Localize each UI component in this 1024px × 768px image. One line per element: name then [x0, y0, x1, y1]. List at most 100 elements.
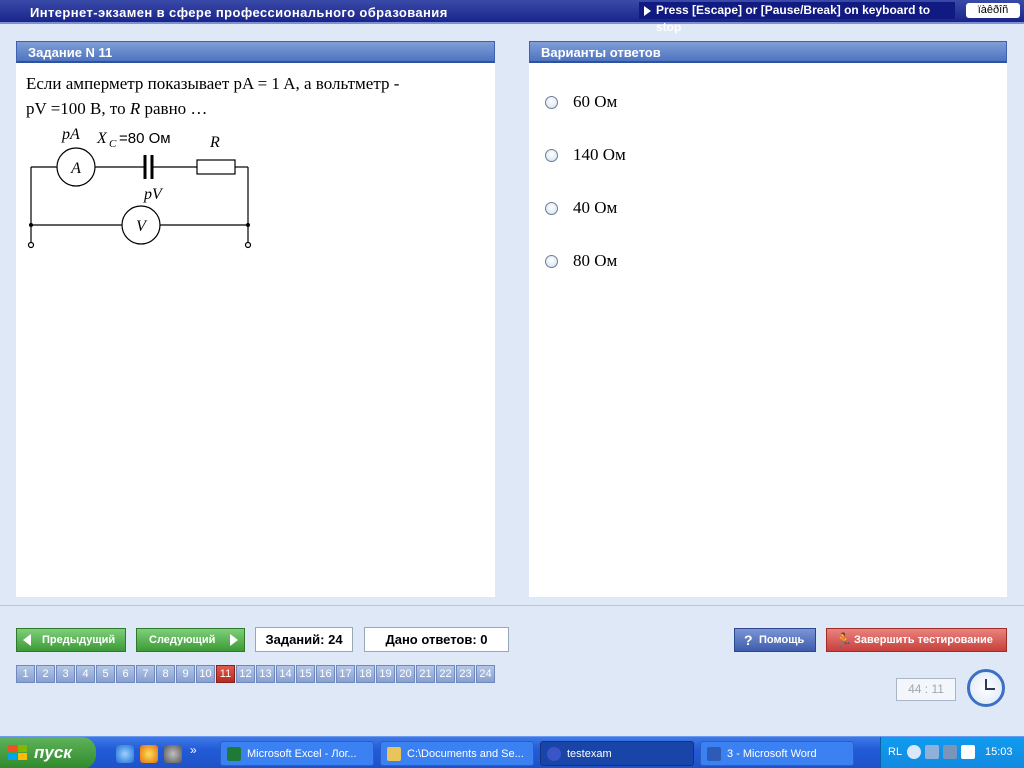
previous-label: Предыдущий	[42, 634, 116, 646]
tray-expand-icon[interactable]	[907, 745, 921, 759]
answers-panel-header: Варианты ответов	[529, 41, 1007, 63]
answers-panel: 60 Ом 140 Ом 40 Ом 80 Ом	[529, 63, 1007, 597]
answer-label: 80 Ом	[573, 251, 618, 270]
capacitor-label-value: =80 Ом	[119, 130, 171, 147]
timer: 44 : 11	[896, 678, 956, 701]
start-button[interactable]: пуск	[0, 737, 96, 768]
question-nav-4[interactable]: 4	[76, 665, 95, 683]
media-player-icon[interactable]	[140, 745, 158, 763]
tray-network-icon[interactable]	[943, 745, 957, 759]
resistor-label: R	[209, 134, 220, 151]
taskbar-item-word[interactable]: 3 - Microsoft Word	[700, 741, 854, 766]
question-nav-11[interactable]: 11	[216, 665, 235, 683]
taskbar-item-label: testexam	[567, 748, 612, 760]
taskbar-item-excel[interactable]: Microsoft Excel - Лог...	[220, 741, 374, 766]
question-nav-19[interactable]: 19	[376, 665, 395, 683]
tray-play-icon[interactable]	[961, 745, 975, 759]
taskbar-item-testexam[interactable]: testexam	[540, 741, 694, 766]
taskbar-item-label: 3 - Microsoft Word	[727, 748, 817, 760]
question-nav-17[interactable]: 17	[336, 665, 355, 683]
escape-hint: Press [Escape] or [Pause/Break] on keybo…	[639, 2, 955, 34]
question-nav-12[interactable]: 12	[236, 665, 255, 683]
answer-label: 60 Ом	[573, 92, 618, 111]
help-button[interactable]: ? Помощь	[734, 628, 816, 652]
radio-button[interactable]	[545, 96, 558, 109]
question-nav-2[interactable]: 2	[36, 665, 55, 683]
resistor	[196, 159, 236, 175]
question-nav-20[interactable]: 20	[396, 665, 415, 683]
help-label: Помощь	[759, 634, 805, 646]
question-nav-21[interactable]: 21	[416, 665, 435, 683]
answer-option-3[interactable]: 40 Ом	[529, 196, 829, 220]
taskbar-item-label: Microsoft Excel - Лог...	[247, 748, 357, 760]
clock-icon	[967, 669, 1005, 707]
question-nav-10[interactable]: 10	[196, 665, 215, 683]
junction-right	[246, 223, 250, 227]
windows-flag-icon	[8, 745, 28, 761]
start-label: пуск	[34, 743, 72, 762]
finish-test-button[interactable]: 🏃 Завершить тестирование	[826, 628, 1007, 652]
taskbar-item-explorer[interactable]: C:\Documents and Se...	[380, 741, 534, 766]
question-nav-5[interactable]: 5	[96, 665, 115, 683]
task-panel: Если амперметр показывает pA = 1 A, а во…	[16, 63, 495, 597]
question-nav-23[interactable]: 23	[456, 665, 475, 683]
question-nav-13[interactable]: 13	[256, 665, 275, 683]
system-tray: RL 15:03	[880, 737, 1024, 768]
arrow-right-icon	[230, 634, 238, 646]
question-text: Если амперметр показывает pA = 1 A, а во…	[26, 71, 466, 121]
quick-launch-icon[interactable]	[164, 745, 182, 763]
chevron-icon[interactable]: »	[190, 743, 197, 757]
excel-icon	[227, 747, 241, 761]
app-title: Интернет-экзамен в сфере профессионально…	[30, 5, 448, 20]
tray-language[interactable]: RL	[888, 746, 902, 758]
terminal-left	[27, 241, 35, 249]
answer-option-4[interactable]: 80 Ом	[529, 249, 829, 273]
next-label: Следующий	[149, 634, 216, 646]
answer-option-1[interactable]: 60 Ом	[529, 90, 829, 114]
folder-icon	[387, 747, 401, 761]
radio-button[interactable]	[545, 202, 558, 215]
tray-clock: 15:03	[985, 746, 1013, 758]
answer-option-2[interactable]: 140 Ом	[529, 143, 829, 167]
radio-button[interactable]	[545, 149, 558, 162]
question-nav-9[interactable]: 9	[176, 665, 195, 683]
ammeter-symbol: A	[70, 160, 81, 177]
question-nav-18[interactable]: 18	[356, 665, 375, 683]
junction-left	[29, 223, 33, 227]
question-nav-1[interactable]: 1	[16, 665, 35, 683]
next-button[interactable]: Следующий	[136, 628, 245, 652]
previous-button[interactable]: Предыдущий	[16, 628, 126, 652]
capacitor-label-var: X	[96, 130, 108, 147]
question-nav-7[interactable]: 7	[136, 665, 155, 683]
question-nav-24[interactable]: 24	[476, 665, 495, 683]
ammeter-label: pA	[61, 126, 80, 143]
internet-explorer-icon[interactable]	[116, 745, 134, 763]
question-line-1: Если амперметр показывает pA = 1 A, а во…	[26, 74, 400, 93]
voltmeter-label: pV	[143, 186, 164, 203]
circuit-diagram: A pA X C =80 Ом R pV V	[27, 126, 252, 249]
question-nav-22[interactable]: 22	[436, 665, 455, 683]
running-man-icon: 🏃	[835, 632, 853, 648]
taskbar-item-label: C:\Documents and Se...	[407, 748, 524, 760]
tray-media-icon[interactable]	[925, 745, 939, 759]
question-nav-6[interactable]: 6	[116, 665, 135, 683]
tasks-count: Заданий: 24	[255, 627, 353, 652]
task-panel-header: Задание N 11	[16, 41, 495, 63]
answer-label: 140 Ом	[573, 145, 626, 164]
word-icon	[707, 747, 721, 761]
escape-hint-text: Press [Escape] or [Pause/Break] on keybo…	[656, 3, 931, 34]
answers-given-count: Дано ответов: 0	[364, 627, 509, 652]
radio-button[interactable]	[545, 255, 558, 268]
question-line-2: pV =100 В, то R равно …	[26, 99, 208, 118]
capacitor-label-sub: C	[109, 138, 117, 150]
question-nav-15[interactable]: 15	[296, 665, 315, 683]
app-title-bar: Интернет-экзамен в сфере профессионально…	[0, 0, 1024, 34]
question-nav-14[interactable]: 14	[276, 665, 295, 683]
question-nav-3[interactable]: 3	[56, 665, 75, 683]
windows-taskbar: пуск » Microsoft Excel - Лог... C:\Docum…	[0, 736, 1024, 768]
question-nav-8[interactable]: 8	[156, 665, 175, 683]
arrow-left-icon	[23, 634, 31, 646]
question-nav-16[interactable]: 16	[316, 665, 335, 683]
finish-label: Завершить тестирование	[854, 634, 993, 646]
play-icon	[644, 6, 651, 16]
